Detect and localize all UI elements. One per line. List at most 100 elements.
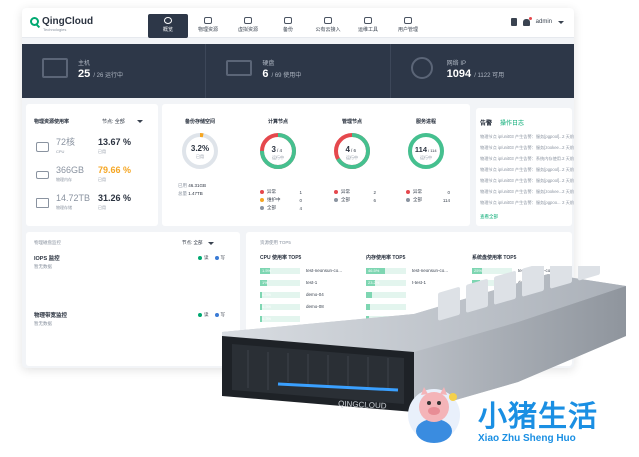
compute-nodes-value: 3 bbox=[272, 145, 277, 154]
read-dot bbox=[198, 256, 202, 260]
summary-detail: / 26 运行中 bbox=[93, 73, 123, 79]
compute-nodes-title: 计算节点 bbox=[267, 119, 288, 125]
backup-total-label: 总量 bbox=[178, 191, 187, 196]
status-dot bbox=[260, 190, 264, 194]
card-title: 物理资源使用率 bbox=[34, 119, 70, 125]
document-icon[interactable] bbox=[510, 18, 517, 26]
alerts-tabs: 告警 操作日志 bbox=[480, 118, 524, 127]
summary-label: 硬盘 bbox=[262, 61, 275, 67]
chevron-down-icon[interactable] bbox=[558, 20, 564, 24]
nav-item-3[interactable]: 备份 bbox=[268, 14, 308, 38]
write-dot bbox=[214, 256, 219, 260]
pig-mascot-icon bbox=[408, 387, 460, 443]
top-right-tools: admin bbox=[510, 16, 564, 26]
node-filter[interactable]: 节点: 全部 bbox=[102, 118, 143, 125]
read-dot bbox=[198, 313, 202, 317]
tab-operation-log[interactable]: 操作日志 bbox=[500, 118, 524, 127]
nav-item-2[interactable]: 虚拟资源 bbox=[228, 14, 268, 38]
summary-disks[interactable]: 硬盘 6 / 69 使用中 bbox=[206, 44, 391, 98]
legend-label: 全部 bbox=[267, 205, 276, 210]
alert-time: 2 天前 bbox=[562, 134, 574, 139]
alert-row[interactable]: 物理节点 ip/unit03 产生告警：服务[pgpool]... 2 天前 bbox=[480, 178, 574, 184]
legend-read: 读 bbox=[204, 312, 209, 317]
alerts-card: 告警 操作日志 物理节点 ip/unit03 产生告警：服务[pgpool]..… bbox=[476, 108, 574, 226]
alert-row[interactable]: 物理节点 ip/unit03 产生告警：服务[zookee... 2 天前 bbox=[480, 145, 574, 151]
disk-monitor-card: 物理磁盘监控 节点: 全部 IOPS 监控 暂无数据 读 写 物理带宽监控 暂无… bbox=[26, 232, 240, 366]
summary-number: 25 bbox=[78, 68, 91, 80]
summary-ips[interactable]: 网络 IP 1094 / 1122 可用 bbox=[391, 44, 574, 98]
legend-label: 全部 bbox=[341, 197, 350, 202]
legend-num: 4 bbox=[299, 205, 302, 211]
alert-text: 物理节点 ip/unit03 产生告警：服务[zookee... bbox=[480, 189, 563, 194]
cpu-icon bbox=[36, 142, 49, 152]
summary-value: 6 / 69 使用中 bbox=[262, 68, 301, 80]
chevron-down-icon bbox=[207, 241, 214, 245]
node-filter[interactable]: 节点: 全部 bbox=[182, 240, 214, 246]
nav-item-5[interactable]: 运维工具 bbox=[348, 14, 388, 38]
mgmt-nodes-legend: 异常 2 全部 6 bbox=[334, 188, 376, 204]
top-bar: QingCloud Technologies 概览 物理资源 虚拟资源 备份 公有云接入… bbox=[22, 8, 574, 38]
logo-text: QingCloud bbox=[42, 16, 94, 27]
summary-value: 1094 / 1122 可用 bbox=[447, 68, 504, 80]
alert-text: 物理节点 ip/unit03 产生告警：服务[zookee... bbox=[480, 145, 563, 150]
alert-row[interactable]: 物理节点 ip/unit03 产生告警：服务[zookee... 2 天前 bbox=[480, 189, 574, 195]
services-block[interactable]: 服务进程 114 / 114 运行中 bbox=[402, 118, 450, 176]
alert-text: 物理节点 ip/unit03 产生告警：系统内存使用... bbox=[480, 156, 565, 161]
nav-item-4[interactable]: 公有云接入 bbox=[308, 14, 348, 38]
nav-item-label: 虚拟资源 bbox=[237, 27, 258, 33]
user-menu[interactable]: admin bbox=[536, 19, 552, 25]
nav-item-0[interactable]: 概览 bbox=[148, 14, 188, 38]
qingcloud-logo[interactable]: QingCloud Technologies bbox=[30, 16, 94, 32]
disk-icon bbox=[226, 60, 253, 76]
memory-icon bbox=[36, 171, 49, 179]
top5-column-title: 内存使用率 TOP5 bbox=[366, 255, 406, 261]
node-filter-value: 节点: 全部 bbox=[102, 119, 125, 125]
memory-row: 366GB 物理内存 79.66 % 已用 bbox=[36, 166, 148, 184]
mgmt-nodes-block[interactable]: 管理节点 4 / 6 运行中 bbox=[330, 118, 374, 176]
status-dot bbox=[260, 206, 264, 210]
iops-title: IOPS 监控 bbox=[34, 256, 60, 262]
alert-row[interactable]: 物理节点 ip/unit03 产生告警：服务[pgpoo... 2 天前 bbox=[480, 200, 574, 206]
backup-title: 备份存储空间 bbox=[184, 119, 215, 125]
logo-subtext: Technologies bbox=[43, 27, 67, 32]
card-title: 物理磁盘监控 bbox=[34, 240, 61, 245]
compute-nodes-total: / 4 bbox=[277, 148, 283, 153]
summary-number: 1094 bbox=[446, 68, 472, 80]
bell-icon[interactable] bbox=[522, 16, 532, 26]
bandwidth-title: 物理带宽监控 bbox=[34, 313, 68, 319]
mgmt-nodes-value: 4 bbox=[346, 145, 351, 154]
cpu-amount: 72核 bbox=[56, 137, 76, 147]
nav-item-1[interactable]: 物理资源 bbox=[188, 14, 228, 38]
view-all-link[interactable]: 查看全部 bbox=[480, 214, 498, 220]
nav-item-label: 物理资源 bbox=[197, 27, 218, 33]
watermark-chinese: 小猪生活 bbox=[478, 399, 599, 433]
top5-column-title: 系统盘使用率 TOP5 bbox=[472, 255, 517, 261]
memory-unit: 物理内存 bbox=[56, 177, 72, 182]
memory-pct: 79.66 % bbox=[98, 165, 132, 175]
tab-alerts[interactable]: 告警 bbox=[480, 118, 492, 127]
legend-num: 114 bbox=[442, 197, 450, 203]
server-icon bbox=[204, 17, 212, 24]
legend-read: 读 bbox=[204, 255, 209, 260]
alert-row[interactable]: 物理节点 ip/unit03 产生告警：服务[pgpool]... 2 天前 bbox=[480, 167, 574, 173]
alert-row[interactable]: 物理节点 ip/unit03 产生告警：系统内存使用... 2 天前 bbox=[480, 156, 574, 162]
services-value: 114 bbox=[415, 145, 428, 154]
iops-legend: 读 写 bbox=[198, 255, 225, 261]
memory-pct-label: 已用 bbox=[98, 177, 106, 182]
status-dot bbox=[406, 198, 410, 202]
iops-empty: 暂无数据 bbox=[34, 264, 52, 269]
services-legend: 异常 0 全部 114 bbox=[406, 188, 450, 204]
dashboard-icon bbox=[164, 17, 172, 24]
compute-nodes-legend: 异常 1 维护中 0 全部 4 bbox=[260, 188, 302, 212]
summary-detail: / 1122 可用 bbox=[474, 73, 505, 79]
legend-label: 全部 bbox=[413, 197, 422, 202]
cpu-unit: CPU bbox=[56, 149, 65, 154]
summary-hosts[interactable]: 主机 25 / 26 运行中 bbox=[22, 44, 207, 98]
backup-pct: 3.2% bbox=[191, 144, 209, 153]
compute-nodes-block[interactable]: 计算节点 3 / 4 运行中 bbox=[256, 118, 300, 176]
alert-text: 物理节点 ip/unit03 产生告警：服务[pgpool]... bbox=[480, 178, 563, 183]
alert-time: 2 天前 bbox=[562, 156, 574, 161]
alert-row[interactable]: 物理节点 ip/unit03 产生告警：服务[pgpool]... 2 天前 bbox=[480, 134, 574, 140]
nav-item-6[interactable]: 用户管理 bbox=[388, 14, 428, 38]
backup-ring: 3.2% 已用 bbox=[182, 133, 218, 169]
